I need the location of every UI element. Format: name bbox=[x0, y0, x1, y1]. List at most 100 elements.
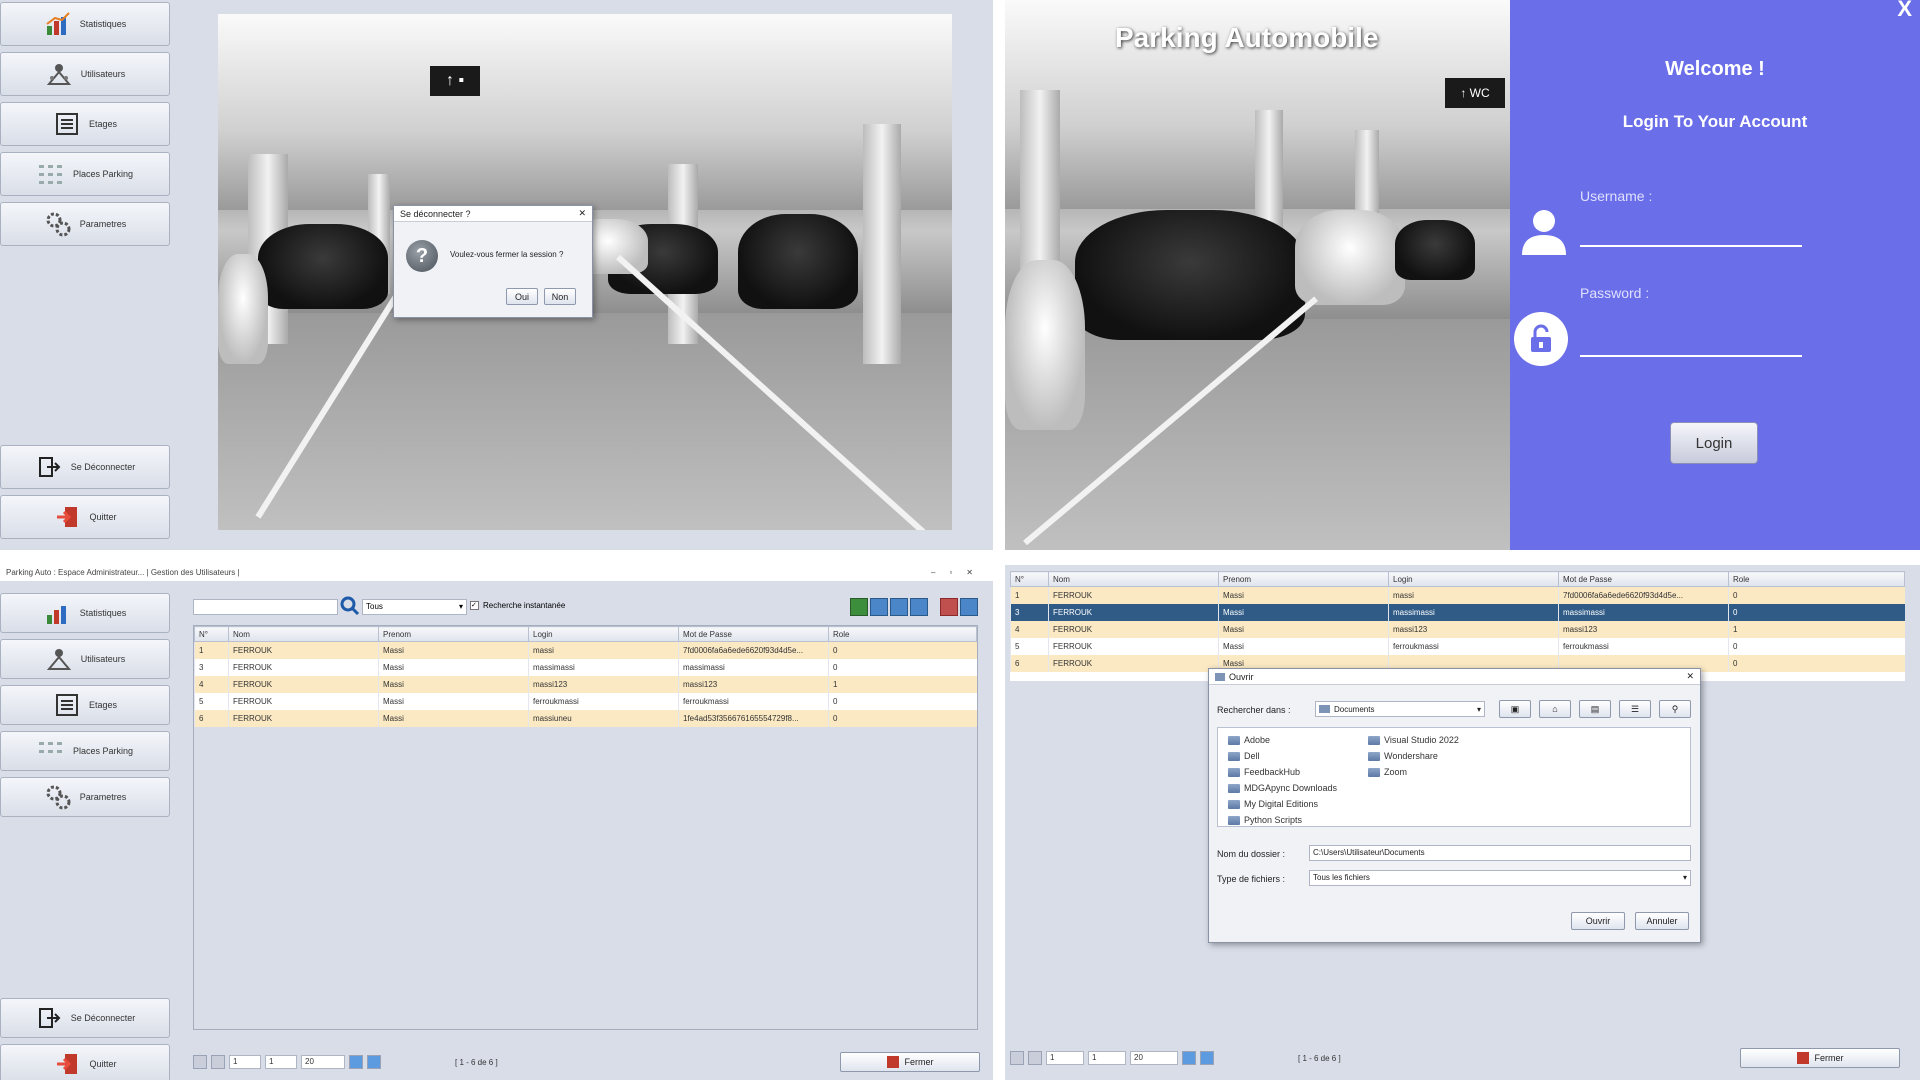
look-in-select[interactable]: Documents ▾ bbox=[1315, 701, 1485, 717]
sort-icon[interactable] bbox=[890, 598, 908, 616]
table-row[interactable]: 6 FERROUK Massi massiuneu 1fe4ad53f356676165… bbox=[194, 709, 977, 727]
quit-button[interactable]: Quitter bbox=[0, 1044, 170, 1080]
instant-search-checkbox[interactable]: ✓ Recherche instantanée bbox=[470, 601, 565, 610]
users-icon bbox=[45, 645, 73, 673]
table-row[interactable]: 5 FERROUK Massi ferroukmassi ferroukmassi 0 bbox=[1010, 637, 1905, 655]
refresh-icon[interactable] bbox=[910, 598, 928, 616]
list-item[interactable]: Python Scripts bbox=[1228, 812, 1348, 828]
list-item[interactable]: Adobe bbox=[1228, 732, 1348, 748]
table-row-selected[interactable]: 3 FERROUK Massi massimassi massimassi 0 bbox=[1010, 603, 1905, 621]
per-page-select[interactable]: 20 bbox=[301, 1055, 345, 1069]
last-page-icon[interactable] bbox=[1200, 1051, 1214, 1065]
logout-button[interactable]: Se Déconnecter bbox=[0, 998, 170, 1038]
close-icon[interactable]: ✕ bbox=[578, 208, 586, 219]
last-page-icon[interactable] bbox=[367, 1055, 381, 1069]
details-view-icon[interactable]: ⚲ bbox=[1659, 700, 1691, 718]
next-page-icon[interactable] bbox=[1182, 1051, 1196, 1065]
column-header[interactable]: Prenom bbox=[1218, 571, 1389, 587]
column-header[interactable]: N° bbox=[1010, 571, 1049, 587]
page-input[interactable]: 1 bbox=[229, 1055, 261, 1069]
list-item[interactable]: Dell bbox=[1228, 748, 1348, 764]
table-row[interactable]: 3 FERROUK Massi massimassi massimassi 0 bbox=[194, 658, 977, 676]
file-type-select[interactable]: Tous les fichiers ▾ bbox=[1309, 870, 1691, 886]
table-cell: 3 bbox=[194, 658, 229, 676]
close-button[interactable]: X bbox=[1897, 0, 1912, 22]
home-icon[interactable]: ⌂ bbox=[1539, 700, 1571, 718]
edit-icon[interactable] bbox=[870, 598, 888, 616]
sidebar-item-places-parking[interactable]: Places Parking bbox=[0, 731, 170, 771]
table-row[interactable]: 4 FERROUK Massi massi123 massi123 1 bbox=[1010, 620, 1905, 638]
search-icon[interactable] bbox=[340, 596, 360, 616]
list-item[interactable]: My Digital Editions bbox=[1228, 796, 1348, 812]
sidebar-item-parametres[interactable]: Parametres bbox=[0, 202, 170, 246]
close-icon[interactable]: ✕ bbox=[1686, 671, 1694, 682]
column-header[interactable]: Nom bbox=[1048, 571, 1219, 587]
sidebar-item-utilisateurs[interactable]: Utilisateurs bbox=[0, 639, 170, 679]
column-header[interactable]: Mot de Passe bbox=[678, 626, 829, 642]
up-folder-icon[interactable]: ▣ bbox=[1499, 700, 1531, 718]
column-header[interactable]: Role bbox=[1728, 571, 1905, 587]
list-item[interactable]: MDGApync Downloads bbox=[1228, 780, 1348, 796]
table-cell: 6 bbox=[194, 709, 229, 727]
filter-value: Tous bbox=[366, 602, 383, 611]
table-row[interactable]: 5 FERROUK Massi ferroukmassi ferroukmassi 0 bbox=[194, 692, 977, 710]
yes-button[interactable]: Oui bbox=[506, 288, 538, 305]
quit-button[interactable]: Quitter bbox=[0, 495, 170, 539]
folder-label: Dell bbox=[1244, 751, 1260, 761]
first-page-icon[interactable] bbox=[193, 1055, 207, 1069]
username-input[interactable] bbox=[1580, 225, 1802, 247]
password-label: Password : bbox=[1580, 285, 1650, 301]
sidebar-item-places-parking[interactable]: Places Parking bbox=[0, 152, 170, 196]
list-view-icon[interactable]: ☰ bbox=[1619, 700, 1651, 718]
list-item[interactable]: Wondershare bbox=[1368, 748, 1508, 764]
open-button[interactable]: Ouvrir bbox=[1571, 912, 1625, 930]
table-cell: FERROUK bbox=[228, 709, 379, 727]
table-cell: Massi bbox=[1218, 603, 1389, 621]
search-input[interactable] bbox=[193, 599, 338, 615]
per-page-select[interactable]: 20 bbox=[1130, 1051, 1178, 1065]
password-input[interactable] bbox=[1580, 335, 1802, 357]
column-header[interactable]: Mot de Passe bbox=[1558, 571, 1729, 587]
cancel-button[interactable]: Annuler bbox=[1635, 912, 1689, 930]
column-header[interactable]: Prenom bbox=[378, 626, 529, 642]
column-header[interactable]: Nom bbox=[228, 626, 379, 642]
column-header[interactable]: Login bbox=[1388, 571, 1559, 587]
table-row[interactable]: 1 FERROUK Massi massi 7fd0006fa6a6ede6620f93… bbox=[194, 641, 977, 659]
page-input[interactable]: 1 bbox=[1046, 1051, 1084, 1065]
filter-select[interactable]: Tous ▾ bbox=[362, 599, 467, 615]
column-header[interactable]: Login bbox=[528, 626, 679, 642]
column-header[interactable]: Role bbox=[828, 626, 977, 642]
list-item[interactable]: FeedbackHub bbox=[1228, 764, 1348, 780]
list-icon bbox=[53, 691, 81, 719]
close-window-button[interactable]: Fermer bbox=[1740, 1048, 1900, 1068]
table-row[interactable]: 1 FERROUK Massi massi 7fd0006fa6a6ede6620f93… bbox=[1010, 586, 1905, 604]
folder-icon bbox=[1215, 672, 1225, 681]
export-icon[interactable] bbox=[960, 598, 978, 616]
dialog-title: Se déconnecter ? bbox=[400, 208, 471, 219]
table-cell: 7fd0006fa6a6ede6620f93d4d5e... bbox=[678, 641, 829, 659]
sidebar-item-statistiques[interactable]: Statistiques bbox=[0, 2, 170, 46]
first-page-icon[interactable] bbox=[1010, 1051, 1024, 1065]
next-page-icon[interactable] bbox=[349, 1055, 363, 1069]
logout-button[interactable]: Se Déconnecter bbox=[0, 445, 170, 489]
prev-page-icon[interactable] bbox=[211, 1055, 225, 1069]
folder-name-input[interactable]: C:\Users\Utilisateur\Documents bbox=[1309, 845, 1691, 861]
delete-icon[interactable] bbox=[940, 598, 958, 616]
sidebar-item-parametres[interactable]: Parametres bbox=[0, 777, 170, 817]
table-cell: 4 bbox=[1010, 620, 1049, 638]
sidebar-item-statistiques[interactable]: Statistiques bbox=[0, 593, 170, 633]
column-header[interactable]: N° bbox=[194, 626, 229, 642]
validate-icon[interactable] bbox=[850, 598, 868, 616]
new-folder-icon[interactable]: ▤ bbox=[1579, 700, 1611, 718]
table-row[interactable]: 4 FERROUK Massi massi123 massi123 1 bbox=[194, 675, 977, 693]
no-button[interactable]: Non bbox=[544, 288, 576, 305]
sidebar-item-utilisateurs[interactable]: Utilisateurs bbox=[0, 52, 170, 96]
prev-page-icon[interactable] bbox=[1028, 1051, 1042, 1065]
close-window-button[interactable]: Fermer bbox=[840, 1052, 980, 1072]
sidebar-item-etages[interactable]: Etages bbox=[0, 685, 170, 725]
list-item[interactable]: Visual Studio 2022 bbox=[1368, 732, 1508, 748]
list-item[interactable]: Zoom bbox=[1368, 764, 1508, 780]
sidebar-item-etages[interactable]: Etages bbox=[0, 102, 170, 146]
window-controls[interactable]: –▫✕ bbox=[931, 568, 987, 578]
login-button[interactable]: Login bbox=[1670, 422, 1758, 464]
